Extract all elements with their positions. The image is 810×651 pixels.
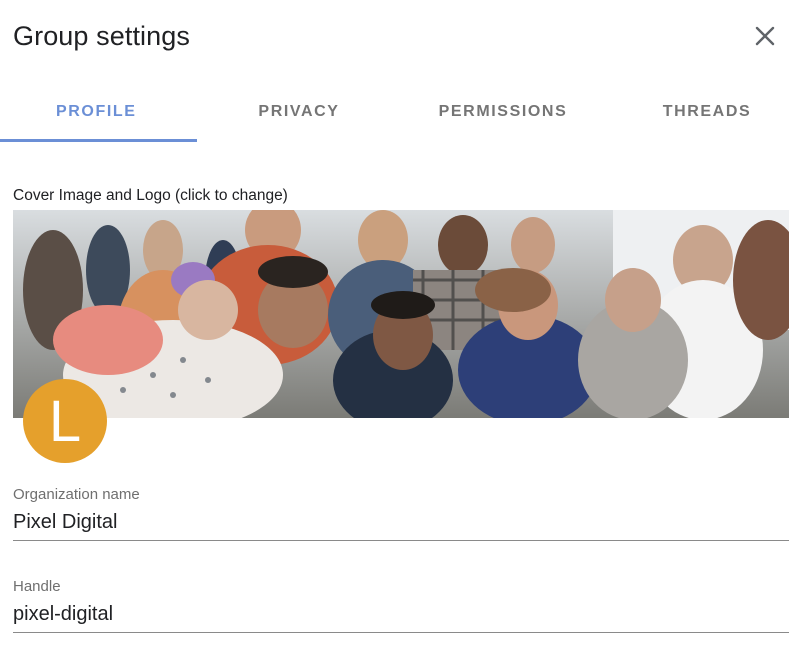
handle-label: Handle — [13, 578, 61, 595]
organization-name-label: Organization name — [13, 486, 140, 503]
logo-letter: L — [48, 389, 82, 454]
handle-input[interactable]: pixel-digital — [13, 601, 789, 633]
organization-name-input[interactable]: Pixel Digital — [13, 509, 789, 541]
close-button[interactable] — [749, 20, 781, 52]
cover-image[interactable] — [13, 210, 789, 418]
tab-threads[interactable]: THREADS — [605, 84, 809, 139]
tab-permissions[interactable]: PERMISSIONS — [401, 84, 605, 139]
settings-tabs: PROFILE PRIVACY PERMISSIONS THREADS — [0, 84, 810, 142]
active-tab-indicator — [0, 139, 197, 142]
organization-name-field[interactable]: Organization name Pixel Digital — [13, 486, 789, 541]
close-icon — [755, 26, 775, 46]
group-settings-dialog: Group settings PROFILE PRIVACY PERMISSIO… — [0, 0, 810, 651]
cover-photo — [13, 210, 789, 418]
tab-privacy[interactable]: PRIVACY — [197, 84, 401, 139]
cover-image-label: Cover Image and Logo (click to change) — [13, 187, 288, 204]
tab-profile[interactable]: PROFILE — [0, 84, 197, 139]
handle-field[interactable]: Handle pixel-digital — [13, 578, 789, 633]
group-logo[interactable]: L — [23, 379, 107, 463]
dialog-title: Group settings — [13, 21, 190, 51]
